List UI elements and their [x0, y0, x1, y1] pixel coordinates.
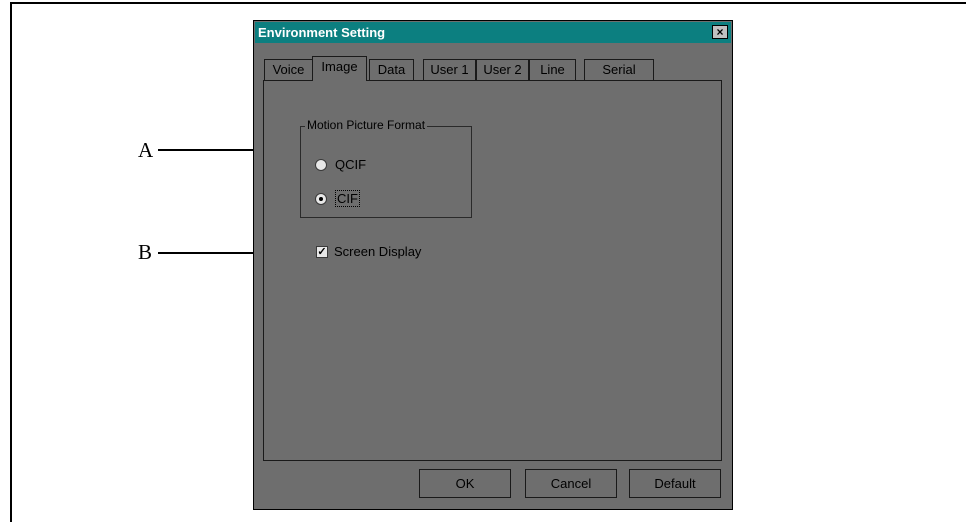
motion-picture-format-legend: Motion Picture Format — [305, 118, 428, 132]
environment-setting-dialog: Environment Setting × Voice Image Data U… — [253, 20, 733, 510]
tab-data[interactable]: Data — [369, 59, 414, 80]
qcif-label: QCIF — [335, 157, 367, 172]
screen-display-checkbox[interactable]: ✓ — [316, 246, 328, 258]
close-button[interactable]: × — [712, 25, 728, 39]
tab-image[interactable]: Image — [312, 56, 367, 81]
dialog-title: Environment Setting — [258, 25, 386, 40]
check-icon: ✓ — [317, 246, 327, 258]
default-button[interactable]: Default — [629, 469, 721, 498]
cif-radio[interactable] — [315, 193, 327, 205]
cancel-button[interactable]: Cancel — [525, 469, 617, 498]
tab-voice[interactable]: Voice — [264, 59, 313, 80]
ok-button[interactable]: OK — [419, 469, 511, 498]
motion-picture-format-group: Motion Picture Format QCIF CIF — [300, 118, 472, 218]
close-icon: × — [716, 25, 724, 39]
image-tab-panel: Motion Picture Format QCIF CIF ✓ Screen … — [263, 80, 722, 461]
dialog-titlebar[interactable]: Environment Setting × — [255, 22, 731, 43]
tab-serial[interactable]: Serial — [584, 59, 654, 80]
qcif-radio[interactable] — [315, 159, 327, 171]
tab-line[interactable]: Line — [529, 59, 576, 80]
cif-label-wrapper: CIF — [335, 190, 360, 207]
tab-user-2[interactable]: User 2 — [476, 59, 529, 80]
tab-user-1[interactable]: User 1 — [423, 59, 476, 80]
cif-label: CIF — [335, 190, 360, 207]
screen-display-label: Screen Display — [334, 244, 422, 259]
